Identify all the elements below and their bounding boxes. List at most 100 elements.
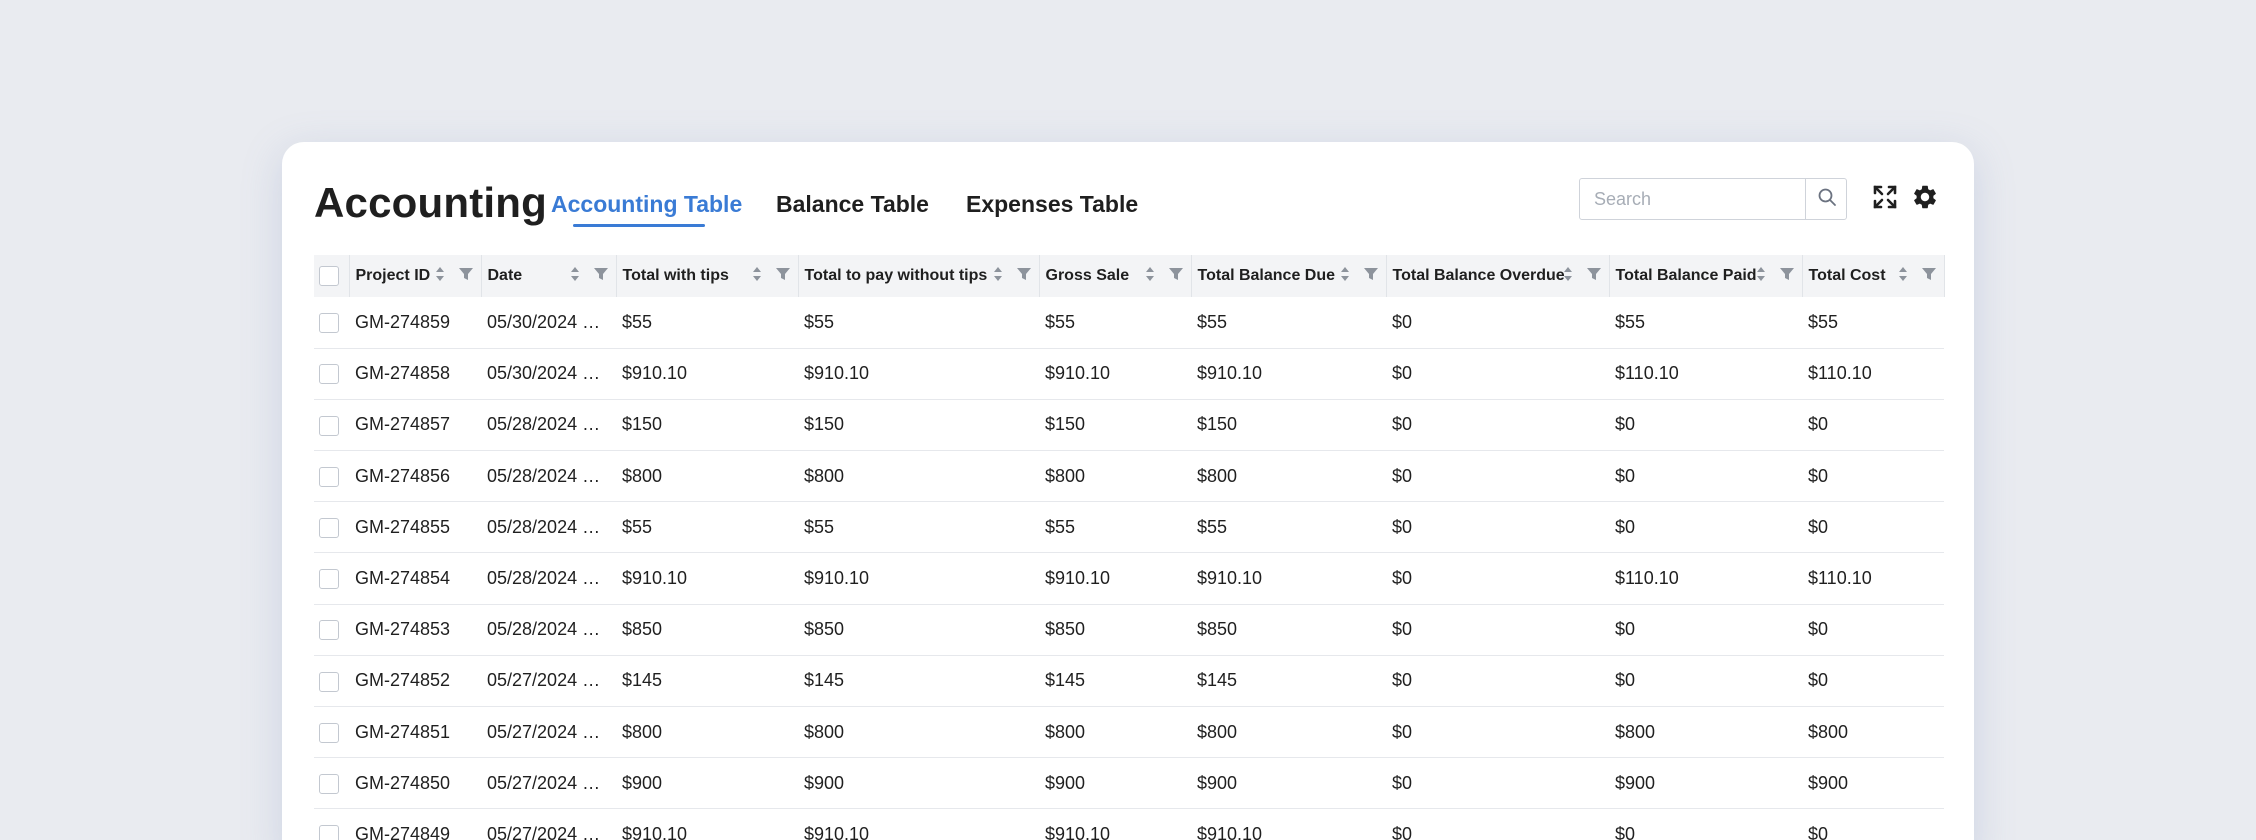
fullscreen-button[interactable]	[1869, 183, 1901, 215]
table-cell: $800	[622, 721, 663, 742]
filter-icon[interactable]	[1921, 267, 1936, 285]
sort-icon[interactable]	[993, 266, 1003, 287]
table-row[interactable]: GM-274851 05/27/2024 … $800 $800 $800 $800 $0 $…	[314, 707, 1944, 758]
table-cell: $0	[1808, 619, 1829, 640]
sort-icon[interactable]	[1563, 266, 1573, 287]
table-cell: $145	[622, 670, 663, 691]
table-row[interactable]: GM-274856 05/28/2024 … $800 $800 $800 $800 $0 $…	[314, 451, 1944, 502]
table-cell: GM-274858	[355, 363, 451, 384]
column-header[interactable]: Total Balance Due	[1191, 255, 1387, 297]
column-header[interactable]: Project ID	[349, 255, 482, 297]
row-checkbox[interactable]	[319, 569, 339, 590]
column-header-actions	[1898, 255, 1936, 297]
table-cell: $0	[1808, 823, 1829, 840]
search-icon	[1817, 187, 1837, 212]
row-checkbox[interactable]	[319, 415, 339, 436]
table-cell: $145	[1197, 670, 1238, 691]
table-cell: $0	[1615, 516, 1636, 537]
table-row[interactable]: GM-274850 05/27/2024 … $900 $900 $900 $900 $0 $…	[314, 758, 1944, 809]
table-cell: $910.10	[1045, 823, 1111, 840]
table-cell: GM-274856	[355, 465, 451, 486]
column-header-label: Total Balance Overdue	[1392, 266, 1565, 284]
column-header-label: Total Balance Due	[1197, 266, 1336, 284]
sort-icon[interactable]	[752, 266, 762, 287]
table-cell: $0	[1392, 311, 1413, 332]
row-checkbox[interactable]	[319, 671, 339, 692]
filter-icon[interactable]	[775, 267, 790, 285]
table-row[interactable]: GM-274859 05/30/2024 … $55 $55 $55 $55 $0 $55 $5…	[314, 297, 1944, 349]
table-cell: $850	[1197, 619, 1238, 640]
row-checkbox[interactable]	[319, 466, 339, 487]
sort-icon[interactable]	[570, 266, 580, 287]
table-cell: $850	[804, 619, 845, 640]
table-row[interactable]: GM-274849 05/27/2024 … $910.10 $910.10 $910.…	[314, 809, 1944, 840]
tab-expenses-table[interactable]: Expenses Table	[966, 186, 1138, 222]
table-cell: $0	[1392, 568, 1413, 589]
column-header[interactable]: Total with tips	[616, 255, 799, 297]
column-header-actions	[1145, 255, 1183, 297]
select-all-checkbox[interactable]	[319, 266, 339, 286]
card-header: Accounting Accounting Table Balance Tabl…	[314, 178, 1950, 228]
search-button[interactable]	[1805, 179, 1847, 219]
column-header[interactable]: Total to pay without tips	[798, 255, 1040, 297]
column-header-label: Date	[487, 266, 523, 284]
table-cell: $850	[1045, 619, 1086, 640]
table-cell: 05/30/2024 …	[487, 311, 601, 332]
filter-icon[interactable]	[593, 267, 608, 285]
table-cell: $0	[1615, 823, 1636, 840]
settings-button[interactable]	[1909, 183, 1941, 215]
sort-icon[interactable]	[1756, 266, 1766, 287]
row-select-cell	[314, 604, 349, 655]
row-checkbox[interactable]	[319, 364, 339, 385]
table-cell: 05/30/2024 …	[487, 363, 601, 384]
row-checkbox[interactable]	[319, 517, 339, 538]
table-row[interactable]: GM-274853 05/28/2024 … $850 $850 $850 $850 $0 $…	[314, 604, 1944, 656]
sort-icon[interactable]	[1340, 266, 1350, 287]
table-row[interactable]: GM-274858 05/30/2024 … $910.10 $910.10 $910.…	[314, 348, 1944, 400]
row-checkbox[interactable]	[319, 312, 339, 333]
filter-icon[interactable]	[1586, 267, 1601, 285]
column-header[interactable]: Date	[481, 255, 617, 297]
sort-icon[interactable]	[1145, 266, 1155, 287]
table-row[interactable]: GM-274854 05/28/2024 … $910.10 $910.10 $910.…	[314, 553, 1944, 605]
column-header-actions	[1340, 255, 1378, 297]
table-cell: $55	[622, 516, 653, 537]
row-checkbox[interactable]	[319, 773, 339, 794]
column-header[interactable]: Total Cost	[1802, 255, 1945, 297]
column-header[interactable]: Gross Sale	[1039, 255, 1192, 297]
tab-accounting-table[interactable]: Accounting Table	[551, 186, 742, 222]
column-header[interactable]: Total Balance Paid	[1609, 255, 1803, 297]
search-input[interactable]	[1580, 179, 1805, 219]
sort-icon[interactable]	[435, 266, 445, 287]
table-cell: $55	[1197, 516, 1228, 537]
column-header[interactable]: Total Balance Overdue	[1386, 255, 1610, 297]
table-cell: $150	[804, 414, 845, 435]
row-select-cell	[314, 297, 349, 348]
sort-icon[interactable]	[1898, 266, 1908, 287]
filter-icon[interactable]	[1779, 267, 1794, 285]
row-checkbox[interactable]	[319, 722, 339, 743]
table-cell: $800	[622, 465, 663, 486]
table-row[interactable]: GM-274852 05/27/2024 … $145 $145 $145 $145 $0 $…	[314, 655, 1944, 707]
filter-icon[interactable]	[458, 267, 473, 285]
table-cell: $910.10	[804, 823, 870, 840]
table-cell: GM-274854	[355, 568, 451, 589]
filter-icon[interactable]	[1168, 267, 1183, 285]
row-checkbox[interactable]	[319, 620, 339, 641]
filter-icon[interactable]	[1016, 267, 1031, 285]
accounting-card: Accounting Accounting Table Balance Tabl…	[282, 142, 1974, 840]
table-cell: $0	[1808, 516, 1829, 537]
table-cell: 05/28/2024 …	[487, 568, 601, 589]
table-row[interactable]: GM-274855 05/28/2024 … $55 $55 $55 $55 $0 $0 $0	[314, 502, 1944, 553]
table-row[interactable]: GM-274857 05/28/2024 … $150 $150 $150 $150 $0 $…	[314, 399, 1944, 451]
table-cell: $150	[1045, 414, 1086, 435]
row-checkbox[interactable]	[319, 825, 339, 840]
table-cell: $850	[622, 619, 663, 640]
table-cell: $0	[1392, 823, 1413, 840]
table-cell: $910.10	[1197, 823, 1263, 840]
table-cell: $145	[1045, 670, 1086, 691]
fullscreen-icon	[1872, 184, 1898, 215]
table-cell: $800	[804, 465, 845, 486]
tab-balance-table[interactable]: Balance Table	[776, 186, 929, 222]
filter-icon[interactable]	[1363, 267, 1378, 285]
